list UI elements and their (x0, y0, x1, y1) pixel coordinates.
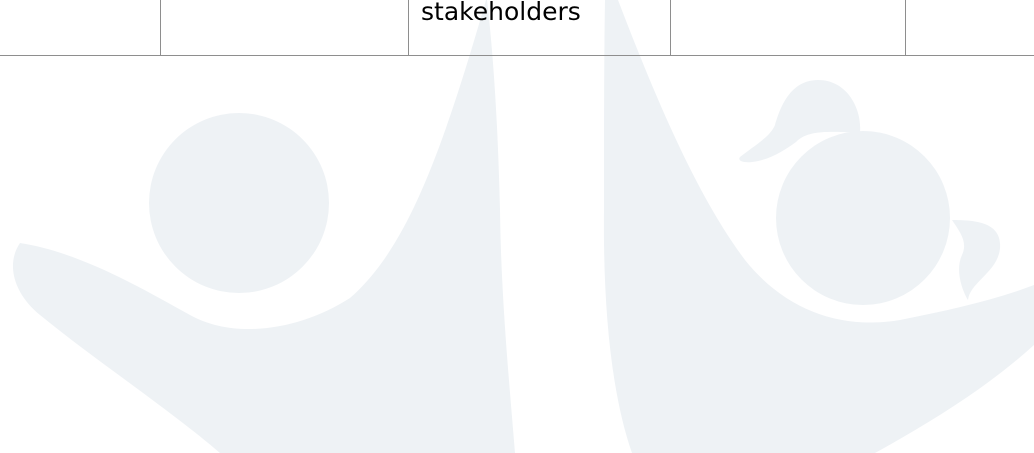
table-cell-stakeholders: stakeholders (408, 0, 670, 55)
left-child-head-icon (149, 113, 329, 293)
right-child-head-icon (776, 131, 950, 305)
table-fragment: stakeholders (0, 0, 1034, 56)
table-cell-1 (0, 0, 160, 55)
table-cell-5 (905, 0, 1034, 55)
right-child-ponytail-lower-icon (952, 220, 1001, 300)
table-bottom-border (0, 55, 1034, 56)
children-watermark-icon (12, 0, 1034, 453)
cell-text-stakeholders: stakeholders (421, 0, 581, 26)
table-cell-2 (160, 0, 408, 55)
table-cell-4 (670, 0, 905, 55)
